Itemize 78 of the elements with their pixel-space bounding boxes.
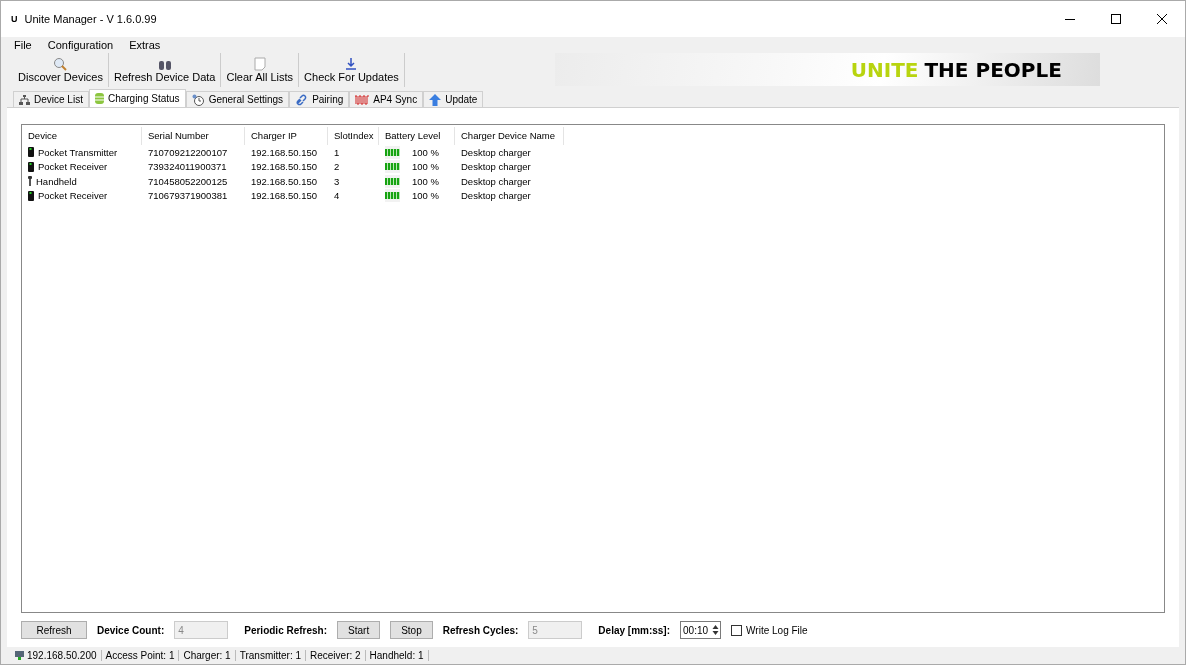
download-icon xyxy=(345,57,358,71)
tab[interactable]: Charging Status xyxy=(88,89,186,107)
app-logo: U xyxy=(11,14,17,24)
table-cell: 100 % xyxy=(379,189,455,203)
link-icon xyxy=(295,93,309,106)
column-header[interactable]: Device xyxy=(22,127,142,145)
status-item: Charger: 1 xyxy=(179,650,236,661)
log-label: Write Log File xyxy=(746,624,808,636)
up-arrow-icon xyxy=(429,93,442,106)
table-cell-text: Desktop charger xyxy=(460,175,532,187)
menu-item[interactable]: File xyxy=(7,37,39,53)
table-cell-text: 192.168.50.150 xyxy=(250,146,319,158)
refresh-cycles-label: Refresh Cycles: xyxy=(442,624,519,636)
spin-arrows-icon xyxy=(711,623,721,637)
tab[interactable]: AP4 Sync xyxy=(349,91,424,107)
table-cell: 100 % xyxy=(379,145,455,159)
table-cell-text: 2 xyxy=(333,161,341,173)
table-cell-text: 3 xyxy=(333,175,341,187)
table-cell-text: 4 xyxy=(333,190,341,202)
column-header[interactable]: Battery Level xyxy=(379,127,455,145)
tab[interactable]: Update xyxy=(423,91,484,107)
menu-item[interactable]: Extras xyxy=(122,37,168,53)
database-icon xyxy=(94,93,104,104)
column-header[interactable]: Charger IP xyxy=(245,127,328,145)
tab[interactable]: General Settings xyxy=(185,91,290,107)
menu-item[interactable]: Configuration xyxy=(40,37,121,53)
network-icon xyxy=(15,651,24,660)
toolbar-button[interactable]: Discover Devices xyxy=(13,53,109,87)
toolbar-button[interactable]: Clear All Lists xyxy=(221,53,300,87)
table-cell: Pocket Transmitter xyxy=(22,146,142,158)
column-header[interactable]: Charger Device Name xyxy=(455,127,564,145)
refresh-button[interactable]: Refresh xyxy=(21,621,87,639)
table-cell-text: 710458052200125 xyxy=(147,175,229,187)
pocket-device-icon xyxy=(28,147,34,158)
stop-button[interactable]: Stop xyxy=(390,621,433,639)
pocket-device-icon xyxy=(28,161,34,172)
toolbar-button[interactable]: Refresh Device Data xyxy=(108,53,222,87)
table-cell-text: 739324011900371 xyxy=(147,161,228,173)
close-icon xyxy=(1157,14,1167,24)
table-cell-text: 1 xyxy=(333,146,341,158)
maximize-icon xyxy=(1111,14,1121,24)
status-item: Receiver: 2 xyxy=(306,650,366,661)
table-cell: 100 % xyxy=(379,160,455,174)
magnifier-icon xyxy=(53,57,68,71)
toolbar-button[interactable]: Check For Updates xyxy=(299,53,405,87)
column-header[interactable]: SlotIndex xyxy=(328,127,379,145)
column-header[interactable]: Serial Number xyxy=(142,127,245,145)
table-cell: Pocket Receiver xyxy=(22,190,142,202)
table-cell-text: Desktop charger xyxy=(460,161,532,173)
delay-label: Delay [mm:ss]: xyxy=(598,624,671,636)
banner: UNITE THE PEOPLE xyxy=(554,53,1100,86)
minimize-icon xyxy=(1065,18,1075,20)
table-cell-text: 192.168.50.150 xyxy=(250,190,319,202)
status-item: Handheld: 1 xyxy=(365,650,429,661)
table-cell: 100 % xyxy=(379,174,455,188)
tab[interactable]: Pairing xyxy=(289,91,350,107)
periodic-refresh-label: Periodic Refresh: xyxy=(244,624,328,636)
table-cell-text: 710709212200107 xyxy=(147,146,229,158)
status-item: 192.168.50.200 xyxy=(11,650,102,661)
page-icon xyxy=(253,57,266,71)
start-button[interactable]: Start xyxy=(337,621,381,639)
table-cell-text: 192.168.50.150 xyxy=(250,175,319,187)
table-cell-text: Desktop charger xyxy=(460,146,532,158)
pocket-device-icon xyxy=(28,190,34,201)
table-cell-text: Desktop charger xyxy=(460,190,532,202)
table-cell: Pocket Receiver xyxy=(22,161,142,173)
table-cell-text: 710679371900381 xyxy=(147,190,229,202)
device-count-label: Device Count: xyxy=(97,624,165,636)
tab[interactable]: Device List xyxy=(13,91,89,107)
window-title: Unite Manager - V 1.6.0.99 xyxy=(24,13,158,25)
table-cell-text: 192.168.50.150 xyxy=(250,161,319,173)
microphone-icon xyxy=(28,176,32,187)
delay-spinner[interactable]: 00:10 xyxy=(680,621,722,639)
network-icon xyxy=(19,94,30,105)
status-item: Access Point: 1 xyxy=(101,650,180,661)
table-cell: Handheld xyxy=(22,175,142,187)
status-item: Transmitter: 1 xyxy=(235,650,306,661)
log-checkbox[interactable] xyxy=(731,624,743,636)
